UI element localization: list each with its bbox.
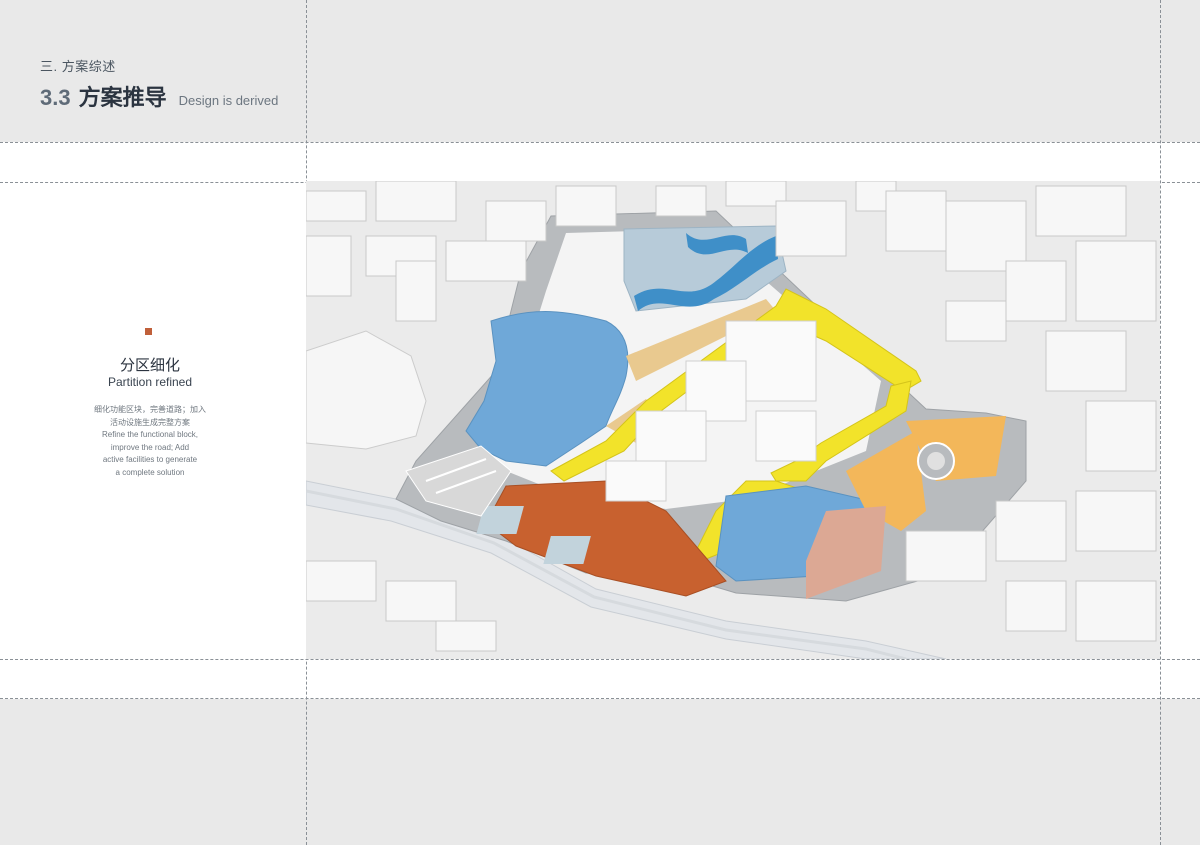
page-title: 3.3 方案推导 Design is derived xyxy=(40,80,278,112)
title-english: Design is derived xyxy=(178,93,279,108)
sidebar-description: 细化功能区块，完善道路；加入 活动设施生成完整方案 Refine the fun… xyxy=(0,404,300,479)
section-label: 三. 方案综述 xyxy=(40,59,116,74)
guide-line xyxy=(0,142,1200,143)
accent-marker xyxy=(145,328,152,335)
sidebar-title-cn: 分区细化 xyxy=(119,357,180,374)
title-chinese: 方案推导 xyxy=(78,85,167,110)
guide-line xyxy=(0,698,1200,699)
desc-line: active facilities to generate xyxy=(102,455,198,464)
guide-line xyxy=(1160,0,1161,845)
guide-line xyxy=(0,659,1200,660)
desc-line: improve the road; Add xyxy=(110,442,190,452)
desc-line: a complete solution xyxy=(115,467,185,477)
title-number: 3.3 xyxy=(40,85,71,110)
header-band xyxy=(0,0,1200,142)
desc-line: Refine the functional block, xyxy=(101,430,199,439)
desc-line: 细化功能区块，完善道路；加入 xyxy=(94,405,206,414)
site-plan-drawing xyxy=(306,181,1160,659)
sidebar-title-en: Partition refined xyxy=(107,375,193,389)
site-plan-axonometric xyxy=(306,181,1160,659)
desc-line: 活动设施生成完整方案 xyxy=(110,417,190,427)
footer-band xyxy=(0,699,1200,845)
